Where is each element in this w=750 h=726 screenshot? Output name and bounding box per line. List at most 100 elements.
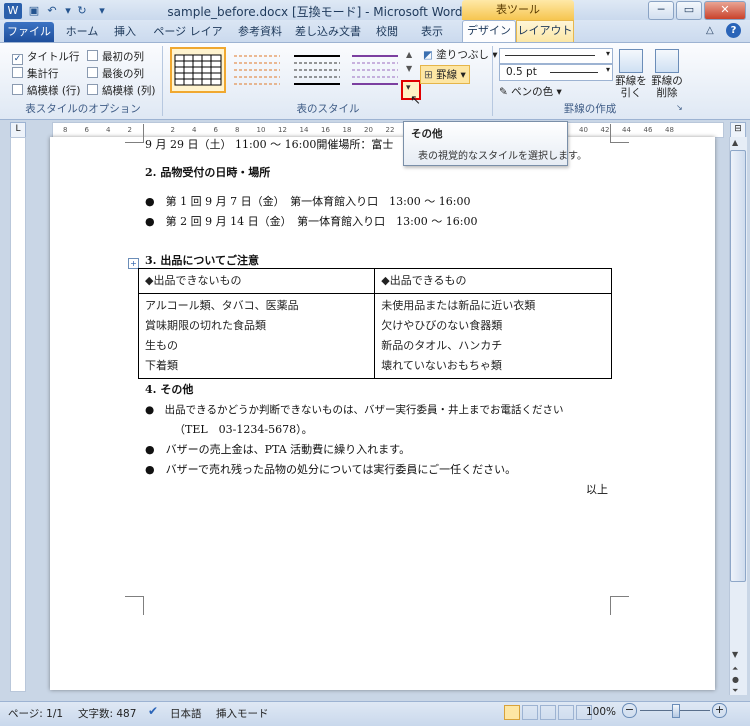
tab-mailings[interactable]: 差し込み文書 (292, 22, 364, 42)
section-3-heading: 3. 出品についてご注意 (145, 254, 259, 267)
partial-text-line: 9 月 29 日（土） 11:00 ～ 16:00開催場所：富士 (145, 138, 394, 151)
ruler-tick-label: 4 (192, 126, 197, 134)
section-2-heading: 2. 品物受付の日時・場所 (145, 166, 271, 179)
group-label-table-styles: 表のスタイル (296, 103, 360, 115)
pen-color-button[interactable]: ✎ ペンの色 ▾ (499, 84, 562, 99)
language-indicator[interactable]: 日本語 (170, 706, 202, 721)
ruler-tick-label: 12 (278, 126, 287, 134)
dialog-launcher-icon[interactable]: ↘ (676, 103, 683, 112)
zoom-level[interactable]: 100% (586, 706, 616, 718)
tab-design[interactable]: デザイン (462, 20, 516, 44)
restore-button[interactable]: ▭ (676, 1, 702, 20)
proofing-icon[interactable]: ✔ (148, 704, 158, 718)
tab-view[interactable]: 表示 (412, 22, 452, 42)
line-style-dropdown[interactable]: ▾ (499, 48, 613, 64)
checkbox-last-column[interactable]: 最後の列 (87, 66, 144, 81)
tab-insert[interactable]: 挿入 (108, 22, 142, 42)
line-weight-dropdown[interactable]: 0.5 pt ▾ (499, 64, 613, 81)
ruler-tick-label: 8 (235, 126, 240, 134)
table-tools-context-label: 表ツール (462, 0, 574, 20)
gallery-scroll-down-icon[interactable]: ▼ (406, 64, 412, 73)
tab-page-layout[interactable]: ページ レイアウト (148, 22, 228, 58)
table-cell-line: 生もの (145, 339, 178, 352)
checkbox-header-row[interactable]: ✓ タイトル行 (12, 49, 80, 65)
checkbox-total-row[interactable]: 集計行 (12, 66, 59, 81)
zoom-in-icon[interactable]: + (712, 703, 727, 718)
table-style-purple[interactable] (348, 47, 402, 91)
help-icon[interactable]: ? (726, 23, 741, 38)
table-cell-line: 欠けやひびのない食器類 (381, 319, 503, 332)
scrollbar-thumb[interactable] (730, 150, 746, 582)
table-cell-line: 下着類 (145, 359, 178, 372)
table-style-grid[interactable] (170, 47, 226, 93)
chevron-down-icon: ▾ (605, 49, 610, 58)
minimize-ribbon-icon[interactable]: △ (706, 25, 714, 36)
tooltip-description: 表の視覚的なスタイルを選択します。 (418, 151, 587, 162)
word-app-icon[interactable]: W (4, 3, 22, 19)
table-cell-line: アルコール類、タバコ、医薬品 (145, 299, 299, 312)
vertical-ruler[interactable] (10, 137, 26, 692)
checkbox-icon (12, 84, 23, 95)
outline-view-icon[interactable] (558, 705, 574, 720)
zoom-out-icon[interactable]: − (622, 703, 637, 718)
table-cell-cannot-list[interactable]: アルコール類、タバコ、医薬品 賞味期限の切れた食品類 生もの 下着類 (137, 293, 376, 379)
crop-mark (125, 596, 144, 615)
print-layout-view-icon[interactable] (504, 705, 520, 720)
bullet-icon: ● (145, 463, 155, 476)
gallery-scroll-up-icon[interactable]: ▲ (406, 50, 412, 59)
tab-file[interactable]: ファイル (4, 22, 54, 42)
list-item: ● バザーの売上金は、PTA 活動費に繰り入れます。 (145, 443, 411, 456)
minimize-button[interactable]: ─ (648, 1, 674, 20)
borders-button[interactable]: ⊞ 罫線 ▾ (420, 65, 470, 84)
bullet-icon: ● (145, 443, 155, 456)
eraser-icon (655, 49, 679, 73)
crop-mark (610, 124, 629, 143)
scroll-down-icon[interactable]: ▼ (732, 650, 738, 659)
table-cell-line: 新品のタオル、ハンカチ (381, 339, 503, 352)
table-cell-can-list[interactable]: 未使用品または新品に近い衣類 欠けやひびのない食器類 新品のタオル、ハンカチ 壊… (374, 293, 612, 379)
next-page-icon[interactable]: ⏷ (732, 686, 738, 696)
web-layout-view-icon[interactable] (540, 705, 556, 720)
save-icon[interactable]: ▣ (26, 3, 42, 19)
checkbox-banded-rows[interactable]: 縞模様 (行) (12, 83, 81, 98)
scroll-up-icon[interactable]: ▲ (732, 138, 738, 147)
items-table[interactable]: ◆出品できないもの ◆出品できるもの アルコール類、タバコ、医薬品 賞味期限の切… (137, 268, 612, 379)
borders-grid-icon: ⊞ (424, 69, 433, 81)
tab-review[interactable]: 校閲 (370, 22, 404, 42)
browse-object-icon[interactable]: ● (732, 675, 739, 684)
checkbox-banded-columns[interactable]: 縞模様 (列) (87, 83, 156, 98)
table-style-orange[interactable] (230, 47, 284, 91)
undo-icon[interactable]: ↶ (44, 3, 60, 19)
table-header-cell[interactable]: ◆出品できるもの (374, 268, 612, 294)
ruler-tick-label: 18 (342, 126, 352, 134)
ruler-tick-label: 46 (643, 126, 653, 134)
group-separator (492, 46, 493, 116)
checkbox-icon (87, 50, 98, 61)
ruler-tick-label: 22 (385, 126, 395, 134)
word-count[interactable]: 文字数: 487 (78, 706, 136, 721)
page-count[interactable]: ページ: 1/1 (8, 706, 63, 721)
draw-table-button[interactable]: 罫線を 引く (614, 49, 648, 99)
view-ruler-icon[interactable]: ⊟ (730, 122, 746, 138)
table-row: アルコール類、タバコ、医薬品 賞味期限の切れた食品類 生もの 下着類 未使用品ま… (137, 293, 612, 379)
tab-selector[interactable]: L (10, 122, 26, 138)
zoom-slider-thumb[interactable] (672, 704, 680, 718)
table-style-black[interactable] (290, 47, 344, 91)
ruler-tick-label: 48 (665, 126, 674, 134)
checkbox-first-column[interactable]: 最初の列 (87, 49, 144, 64)
shading-button[interactable]: ◩ 塗りつぶし ▾ (423, 47, 497, 62)
customize-qat-icon[interactable]: ▾ (94, 3, 110, 19)
table-cell-line: 未使用品または新品に近い衣類 (381, 299, 536, 312)
table-cell-line: 賞味期限の切れた食品類 (145, 319, 266, 332)
close-button[interactable]: ✕ (704, 1, 746, 20)
redo-icon[interactable]: ↻ (74, 3, 90, 19)
previous-page-icon[interactable]: ⏶ (732, 664, 738, 674)
insert-mode-indicator[interactable]: 挿入モード (216, 706, 269, 721)
table-header-cell[interactable]: ◆出品できないもの (137, 268, 376, 294)
ruler-tick-label: 8 (63, 126, 68, 134)
eraser-button[interactable]: 罫線の 削除 (650, 49, 684, 99)
full-screen-reading-view-icon[interactable] (522, 705, 538, 720)
tab-layout[interactable]: レイアウト (516, 20, 574, 43)
tab-home[interactable]: ホーム (62, 22, 102, 42)
tab-references[interactable]: 参考資料 (234, 22, 286, 42)
